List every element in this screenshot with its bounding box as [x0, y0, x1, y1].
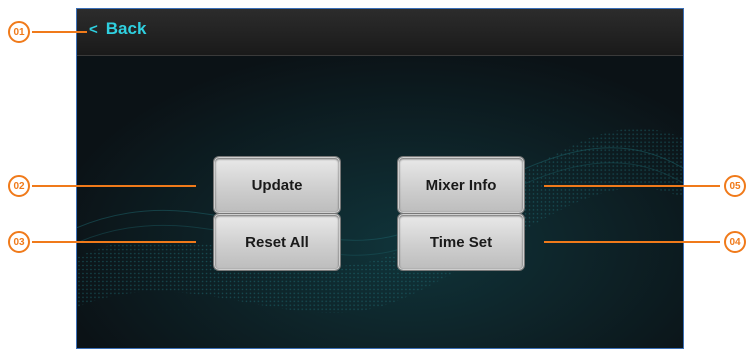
callout-05: 05 [724, 175, 746, 197]
top-bar: < Back [77, 9, 683, 56]
back-label: Back [105, 19, 147, 38]
callout-02: 02 [8, 175, 30, 197]
callout-01: 01 [8, 21, 30, 43]
callout-line-01 [32, 31, 87, 33]
callout-line-02 [32, 185, 196, 187]
mixer-info-button[interactable]: Mixer Info [398, 157, 524, 213]
callout-04: 04 [724, 231, 746, 253]
update-button[interactable]: Update [214, 157, 340, 213]
chevron-left-icon: < [89, 20, 98, 38]
callout-line-03 [32, 241, 196, 243]
wave-background [77, 9, 683, 348]
device-screen: < Back Update Mixer Info Reset All Time … [76, 8, 684, 349]
back-button[interactable]: < Back [89, 19, 146, 39]
callout-03: 03 [8, 231, 30, 253]
callout-line-04 [544, 241, 720, 243]
time-set-button[interactable]: Time Set [398, 214, 524, 270]
reset-all-button[interactable]: Reset All [214, 214, 340, 270]
callout-line-05 [544, 185, 720, 187]
